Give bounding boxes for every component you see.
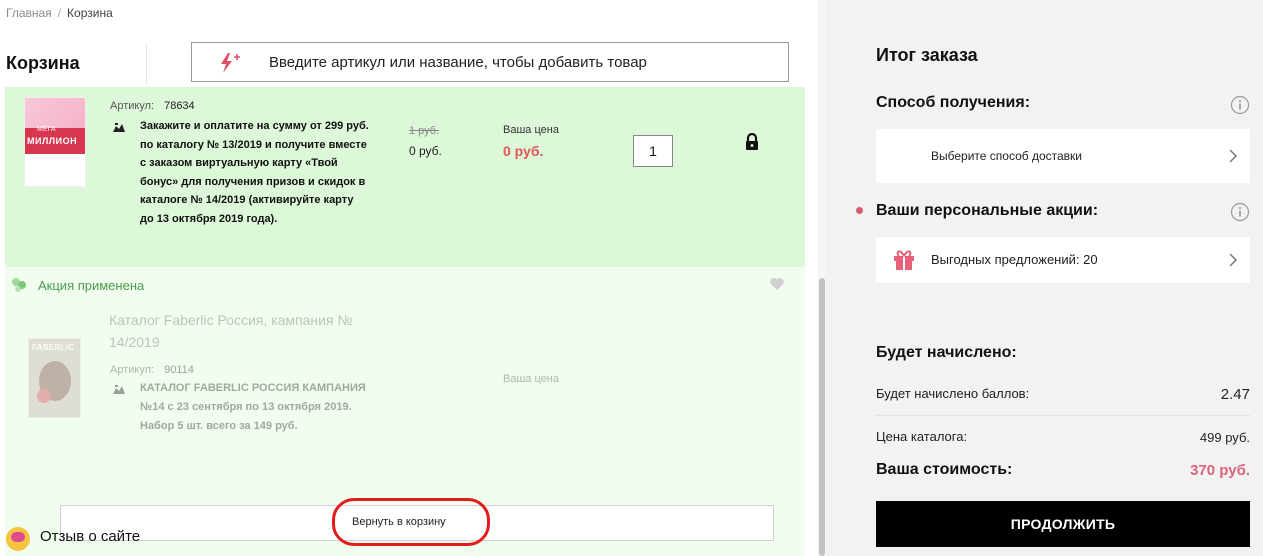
order-summary-panel: Итог заказа Способ получения: Выберите с… — [826, 0, 1263, 556]
lock-icon — [744, 132, 760, 156]
article-line: Артикул: 78634 — [110, 96, 195, 114]
catalog-price: 0 руб. — [409, 144, 442, 158]
removed-article-label: Артикул: — [110, 364, 155, 376]
personal-promos-select[interactable]: Выгодных предложений: 20 — [876, 237, 1250, 283]
chat-bubble-icon — [6, 527, 30, 551]
feedback-label: Отзыв о сайте — [40, 528, 141, 545]
breadcrumb-home-link[interactable]: Главная — [6, 6, 52, 20]
delivery-info-icon[interactable] — [1230, 95, 1250, 120]
page-title: Корзина — [6, 53, 80, 73]
removed-article-line: Артикул: 90114 — [110, 360, 194, 378]
breadcrumb-separator: / — [57, 6, 62, 20]
promo-applied-icon — [11, 277, 29, 298]
removed-promo-tag-icon — [112, 382, 126, 394]
catalog-price-value: 499 руб. — [1199, 430, 1250, 445]
total-value: 370 руб. — [1190, 462, 1250, 479]
promo-applied-label: Акция применена — [38, 278, 145, 293]
thumbnail-logo: FABERLIC — [32, 343, 75, 352]
cart-item-active: МЕГА МИЛЛИОН Артикул: 78634 Закажите и оп… — [5, 87, 805, 267]
removed-article-value: 90114 — [164, 364, 194, 376]
delivery-method-select[interactable]: Выберите способ доставки — [876, 129, 1250, 183]
quick-add-input[interactable]: Введите артикул или название, чтобы доба… — [191, 42, 789, 82]
delivery-method-text: Выберите способ доставки — [931, 149, 1083, 163]
breadcrumb-current: Корзина — [67, 6, 113, 20]
quick-add-placeholder: Введите артикул или название, чтобы доба… — [269, 54, 647, 71]
lightning-plus-icon — [216, 51, 246, 80]
header-divider — [146, 44, 147, 84]
product-thumbnail[interactable]: МЕГА МИЛЛИОН — [24, 97, 86, 187]
thumbnail-top-text: МЕГА — [37, 126, 56, 133]
catalog-price-label: Цена каталога: — [876, 429, 968, 444]
summary-title: Итог заказа — [876, 45, 978, 65]
scrollbar-thumb[interactable] — [819, 278, 825, 556]
promo-indicator-dot — [856, 207, 863, 214]
chevron-right-icon — [1228, 148, 1238, 169]
old-price: 1 руб. — [409, 125, 440, 137]
removed-your-price-label: Ваша цена — [503, 373, 559, 385]
chevron-right-icon — [1228, 252, 1238, 273]
promos-offer-text: Выгодных предложений: 20 — [931, 252, 1098, 267]
breadcrumb: Главная / Корзина — [6, 6, 113, 20]
delivery-heading: Способ получения: — [876, 94, 1031, 111]
scrollbar[interactable] — [818, 0, 826, 556]
quantity-input[interactable]: 1 — [633, 135, 673, 167]
gift-icon — [891, 246, 917, 277]
cart-panel: Главная / Корзина Корзина Введите артикул … — [0, 0, 818, 556]
continue-button[interactable]: ПРОДОЛЖИТЬ — [876, 501, 1250, 547]
article-value: 78634 — [164, 100, 195, 112]
catalog-thumbnail: FABERLIC — [28, 338, 81, 418]
summary-divider — [876, 415, 1250, 416]
points-label: Будет начислено баллов: — [876, 386, 1030, 401]
removed-item-title: Каталог Faberlic Россия, кампания № 14/2… — [109, 312, 353, 350]
removed-item-description: КАТАЛОГ FABERLIC РОССИЯ КАМПАНИЯ №14 с 2… — [140, 382, 366, 432]
promos-info-icon[interactable] — [1230, 202, 1250, 227]
your-price-label: Ваша цена — [503, 124, 559, 136]
your-price-value: 0 руб. — [503, 143, 544, 159]
promo-tag-icon — [112, 120, 126, 132]
favorite-heart-icon[interactable] — [769, 277, 785, 296]
thumbnail-text: МИЛЛИОН — [27, 136, 78, 146]
total-label: Ваша стоимость: — [876, 461, 1013, 478]
points-value: 2.47 — [1220, 386, 1250, 403]
item-description: Закажите и оплатите на сумму от 299 руб.… — [140, 120, 369, 225]
article-label: Артикул: — [110, 100, 155, 112]
personal-promos-heading: Ваши персональные акции: — [876, 202, 1099, 219]
highlight-annotation-circle — [332, 498, 490, 546]
accrual-heading: Будет начислено: — [876, 344, 1017, 361]
